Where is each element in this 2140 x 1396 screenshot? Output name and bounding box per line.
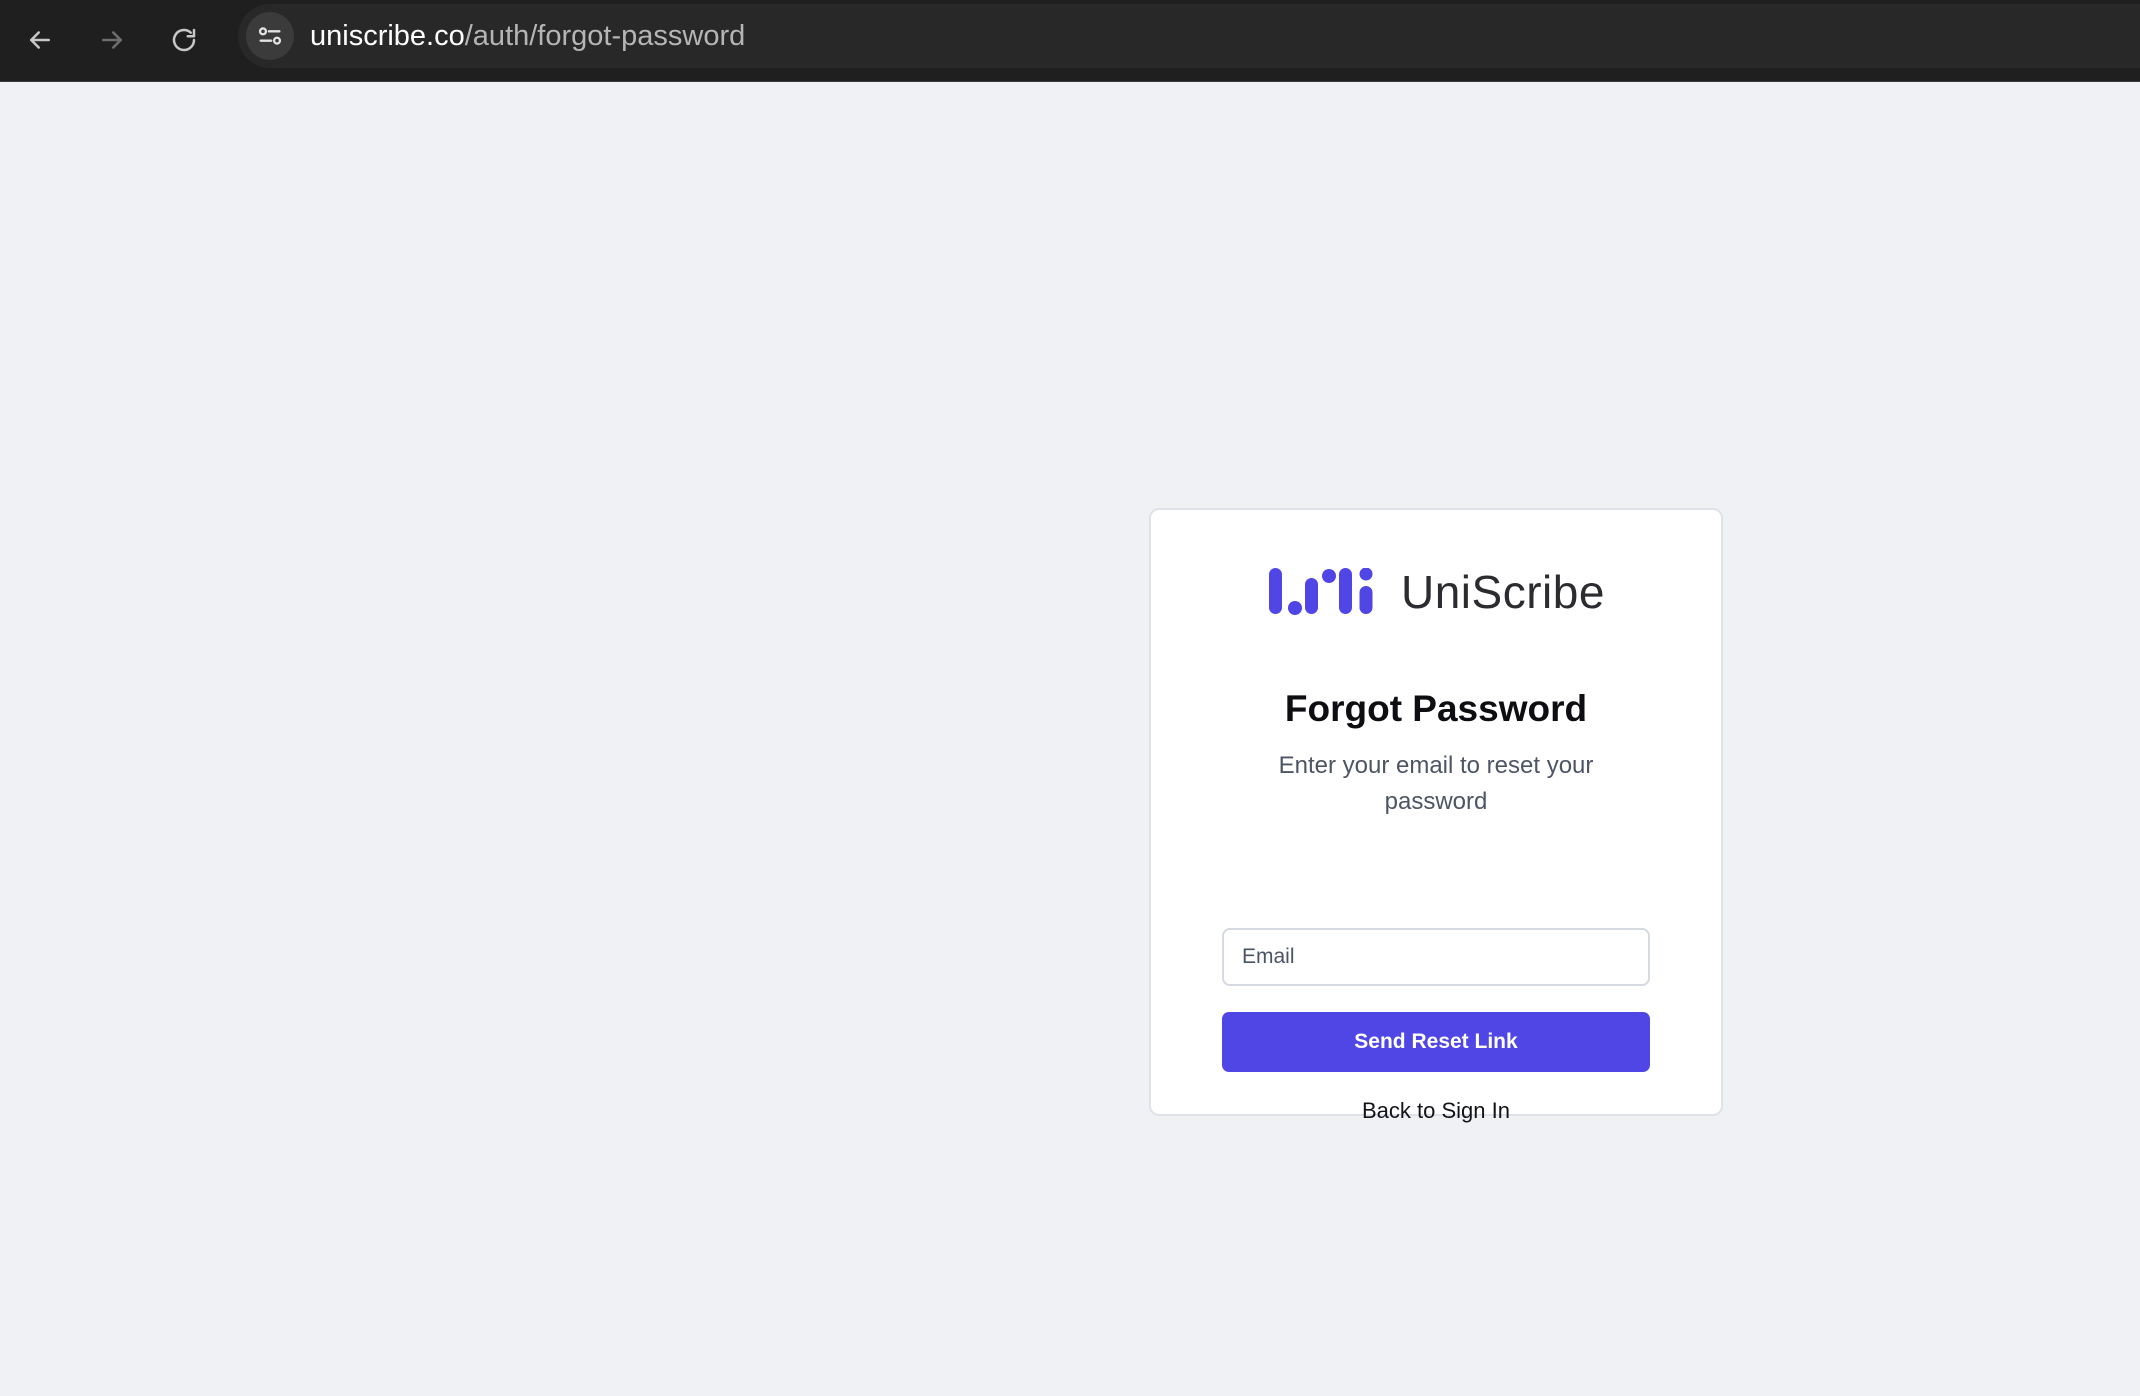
forgot-password-card: UniScribe Forgot Password Enter your ema… bbox=[1149, 508, 1723, 1123]
email-field[interactable] bbox=[1222, 928, 1650, 986]
page-title: Forgot Password bbox=[1284, 688, 1588, 729]
back-to-sign-in-link[interactable]: Back to Sign In bbox=[1151, 1098, 1721, 1124]
reload-button[interactable] bbox=[156, 12, 212, 68]
forward-button[interactable] bbox=[84, 12, 140, 68]
address-bar[interactable]: uniscribe.co/auth/forgot-password bbox=[238, 4, 2140, 68]
brand-name: UniScribe bbox=[1401, 566, 1605, 618]
browser-toolbar: uniscribe.co/auth/forgot-password bbox=[0, 0, 2140, 82]
forward-arrow-icon bbox=[102, 31, 122, 49]
page-content bbox=[0, 82, 2140, 1396]
site-settings-icon bbox=[258, 27, 282, 45]
back-button[interactable] bbox=[12, 12, 68, 68]
uniscribe-logo-icon bbox=[1269, 568, 1373, 615]
page-subtitle: Enter your email to reset your password bbox=[1278, 752, 1594, 815]
url-path: /auth/forgot-password bbox=[464, 20, 746, 52]
reload-icon bbox=[172, 28, 196, 52]
back-arrow-icon bbox=[30, 31, 50, 49]
url-text[interactable]: uniscribe.co/auth/forgot-password bbox=[310, 4, 745, 68]
brand-logo: UniScribe bbox=[1269, 562, 1605, 622]
send-reset-link-button[interactable]: Send Reset Link bbox=[1222, 1012, 1650, 1072]
site-settings-button[interactable] bbox=[246, 12, 294, 60]
url-domain: uniscribe.co bbox=[310, 20, 465, 52]
